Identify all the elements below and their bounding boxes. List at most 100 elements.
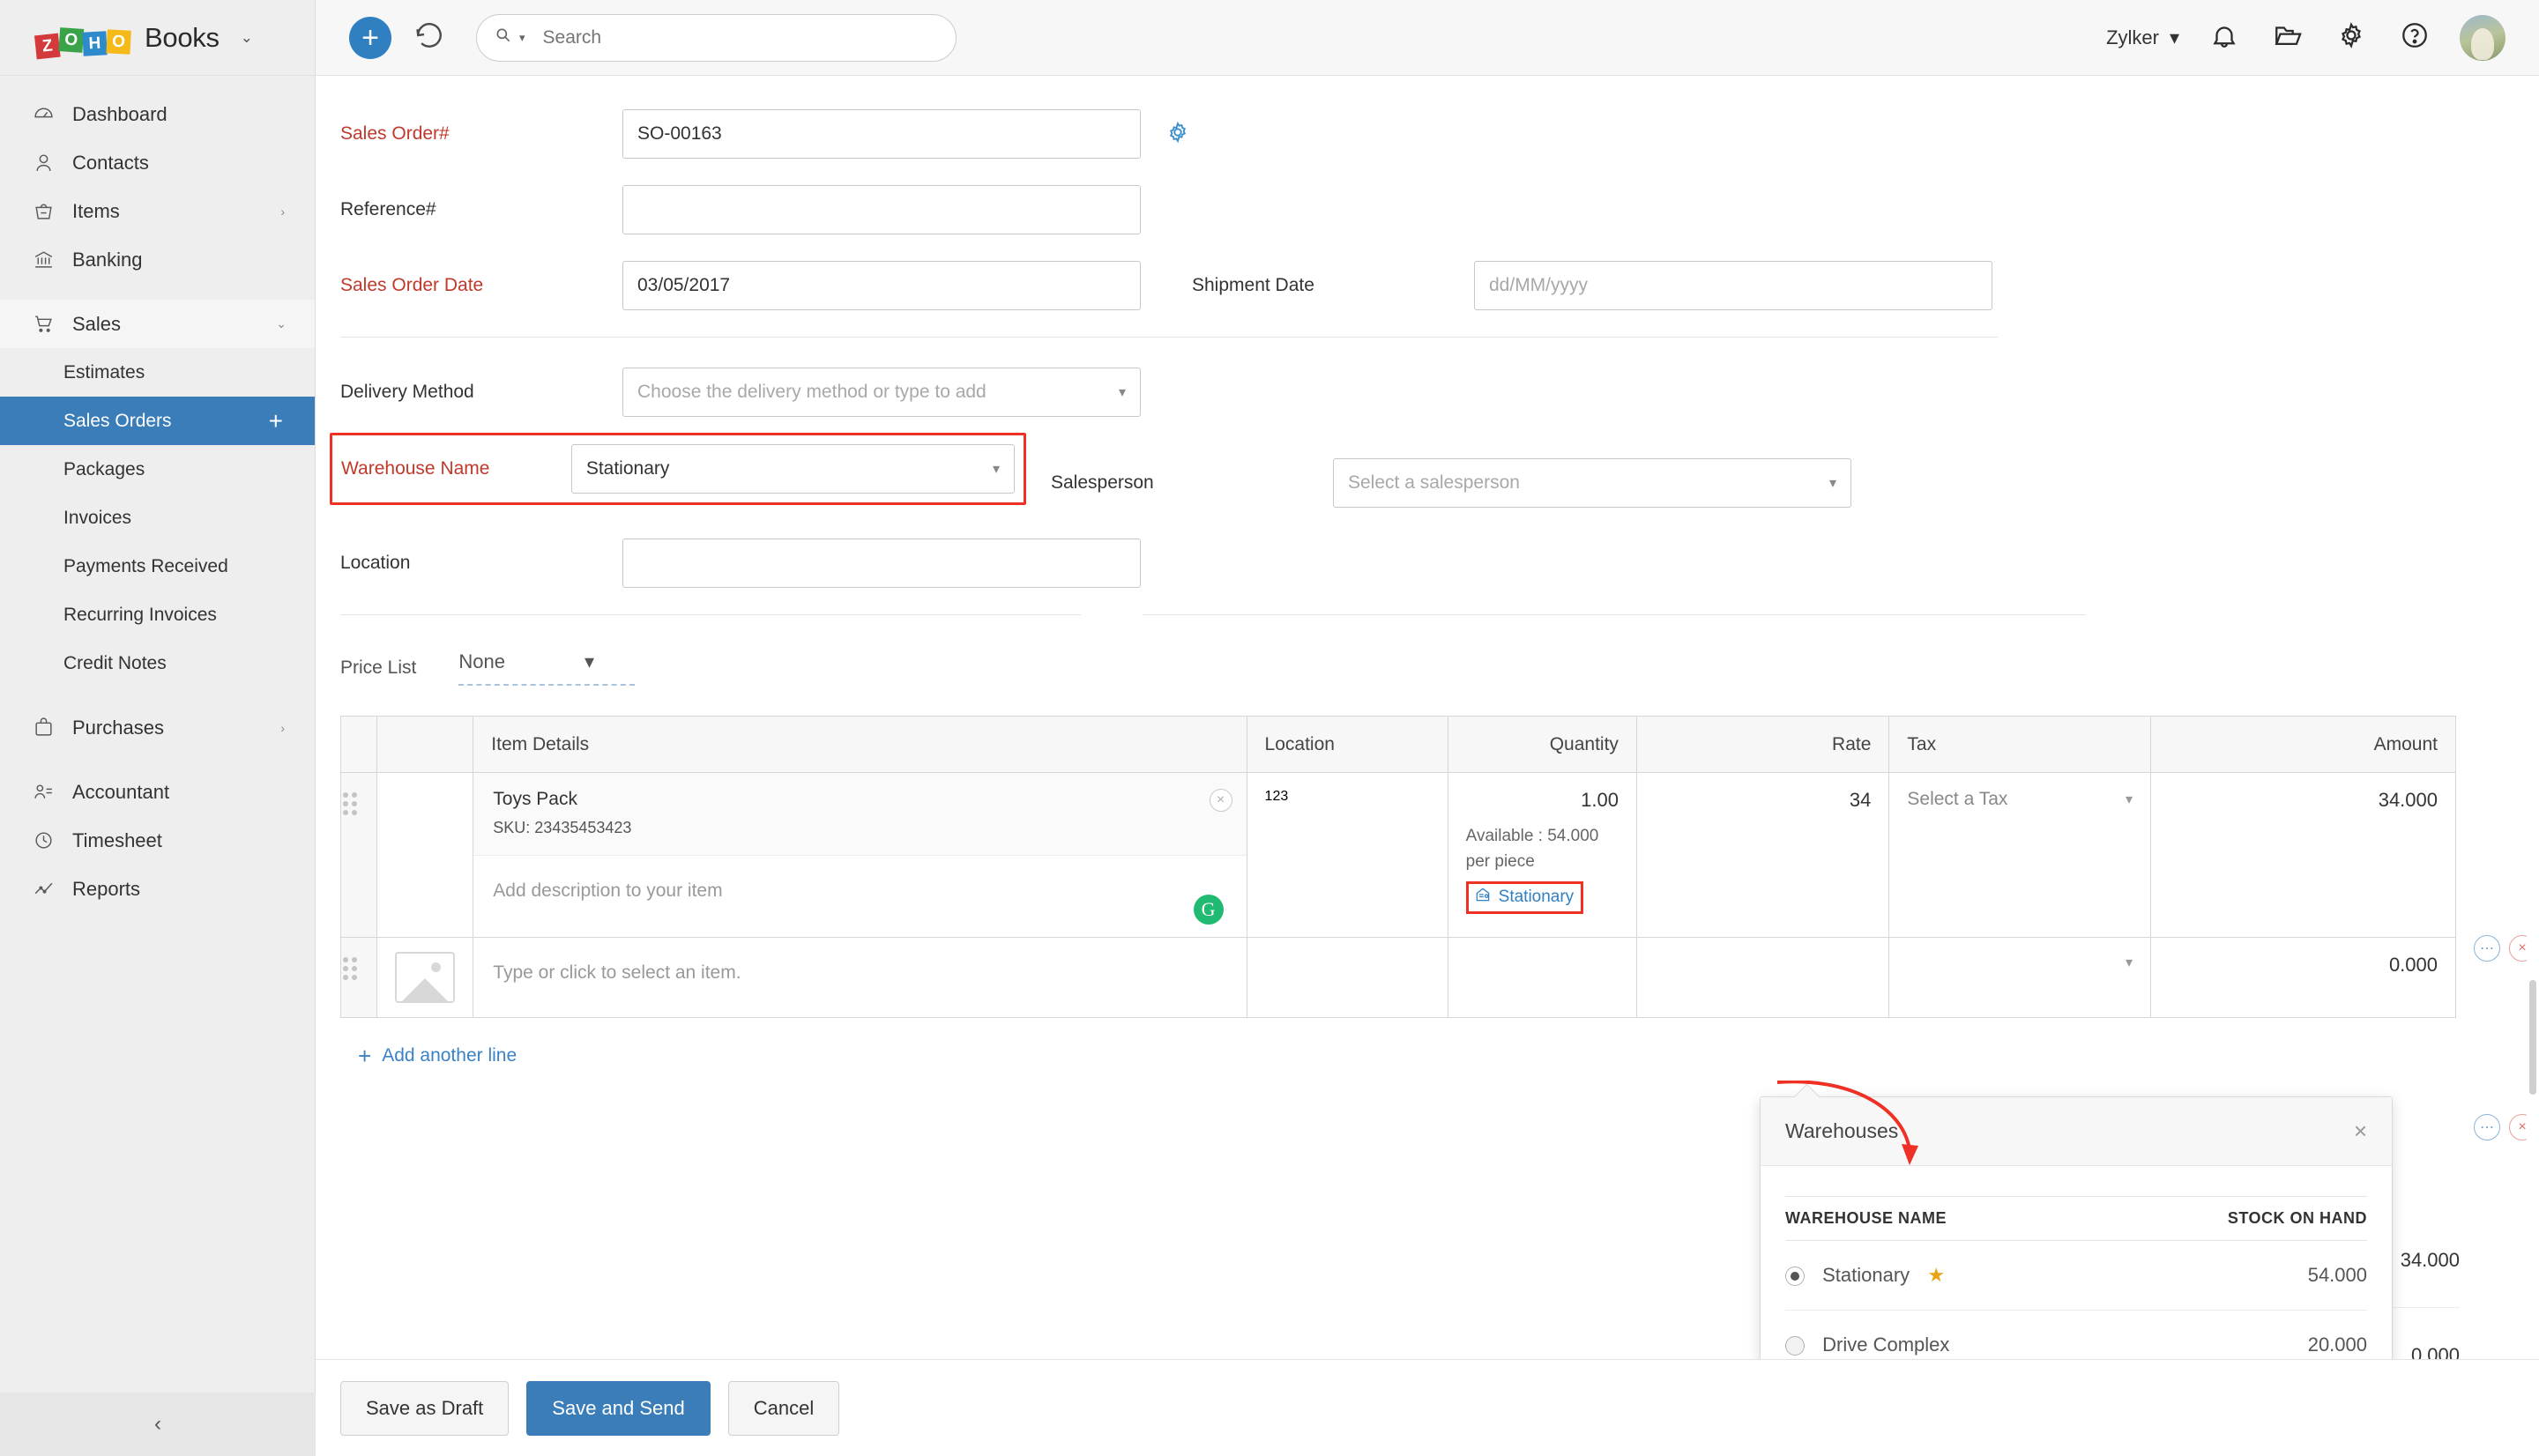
chevron-down-icon[interactable]: ⌄ xyxy=(241,29,253,47)
add-another-line-button[interactable]: + Add another line xyxy=(358,1044,2539,1067)
sidebar-item-accountant[interactable]: Accountant xyxy=(0,768,315,816)
row-drag-handle[interactable] xyxy=(341,773,377,938)
per-unit-label: per piece xyxy=(1466,852,1535,871)
price-list-value: None xyxy=(458,650,505,673)
warehouse-option-stationary[interactable]: Stationary ★ xyxy=(1785,1241,2100,1311)
sidebar-item-purchases[interactable]: Purchases › xyxy=(0,703,315,752)
table-row[interactable]: Stationary ★ 54.000 xyxy=(1785,1241,2367,1311)
sidebar-item-label: Accountant xyxy=(72,781,169,804)
sidebar-item-credit-notes[interactable]: Credit Notes xyxy=(0,639,315,687)
add-another-line-label: Add another line xyxy=(382,1045,517,1066)
sales-order-date-input[interactable] xyxy=(622,261,1141,310)
scrollbar-thumb[interactable] xyxy=(2529,980,2536,1095)
shipment-date-input[interactable] xyxy=(1474,261,1992,310)
settings-button[interactable] xyxy=(2333,19,2370,56)
sidebar-item-estimates[interactable]: Estimates xyxy=(0,348,315,397)
row-rate[interactable] xyxy=(1636,938,1888,1018)
warehouse-row-name: Stationary xyxy=(1822,1264,1910,1286)
search-input[interactable] xyxy=(543,27,938,48)
sidebar-item-items[interactable]: Items › xyxy=(0,187,315,235)
close-icon[interactable]: × xyxy=(2354,1118,2367,1145)
sales-order-number-input[interactable] xyxy=(622,109,1141,159)
item-description-input[interactable]: Add description to your item G xyxy=(473,856,1246,937)
notifications-button[interactable] xyxy=(2206,19,2243,56)
sidebar-item-banking[interactable]: Banking xyxy=(0,235,315,284)
sidebar-item-label: Sales xyxy=(72,313,121,336)
location-value xyxy=(1247,938,1448,969)
remove-item-icon[interactable]: × xyxy=(1210,789,1232,812)
quantity-value[interactable]: 1.00 xyxy=(1466,789,1619,812)
help-button[interactable] xyxy=(2396,19,2433,56)
tax-select[interactable]: Select a Tax ▾ xyxy=(1889,773,2150,826)
warehouse-chip-button[interactable]: Stationary xyxy=(1466,881,1584,914)
warehouses-table-head: WAREHOUSE NAME STOCK ON HAND xyxy=(1785,1197,2367,1241)
row-more-options-icon[interactable]: ⋯ xyxy=(2474,935,2500,962)
contacts-icon xyxy=(32,152,55,175)
row-more-options-icon[interactable]: ⋯ xyxy=(2474,1114,2500,1140)
sidebar-item-reports[interactable]: Reports xyxy=(0,865,315,913)
warehouse-chip-label: Stationary xyxy=(1499,888,1575,907)
item-summary: Toys Pack SKU: 23435453423 × xyxy=(473,773,1246,856)
sales-order-number-settings-button[interactable] xyxy=(1165,120,1190,149)
sidebar-item-packages[interactable]: Packages xyxy=(0,445,315,494)
salesperson-value: Select a salesperson xyxy=(1348,472,1520,494)
rate-col-header: Rate xyxy=(1636,717,1888,773)
row-tax[interactable]: ▾ xyxy=(1889,938,2151,1018)
radio-icon[interactable] xyxy=(1785,1267,1805,1286)
items-table-body: Toys Pack SKU: 23435453423 × Add descrip… xyxy=(341,773,2456,1018)
location-input[interactable] xyxy=(622,539,1141,588)
items-table: Item Details Location Quantity Rate Tax … xyxy=(340,716,2456,1018)
sidebar-item-invoices[interactable]: Invoices xyxy=(0,494,315,542)
organization-switcher[interactable]: Zylker ▾ xyxy=(2106,26,2179,49)
salesperson-label: Salesperson xyxy=(1051,472,1333,494)
sidebar-item-dashboard[interactable]: Dashboard xyxy=(0,90,315,138)
sidebar-item-payments-received[interactable]: Payments Received xyxy=(0,542,315,591)
sidebar-item-sales-orders[interactable]: Sales Orders + xyxy=(0,397,315,445)
create-new-button[interactable]: + xyxy=(349,17,391,59)
reference-input[interactable] xyxy=(622,185,1141,234)
radio-icon[interactable] xyxy=(1785,1336,1805,1356)
sidebar-item-recurring-invoices[interactable]: Recurring Invoices xyxy=(0,591,315,639)
price-list-select[interactable]: None ▾ xyxy=(458,650,635,686)
search-bar[interactable]: ▾ xyxy=(476,14,957,62)
brand-logo[interactable]: Z O H O Books ⌄ xyxy=(0,0,315,76)
cancel-button[interactable]: Cancel xyxy=(728,1381,839,1436)
scrollbar-track[interactable] xyxy=(2527,152,2539,1456)
recent-activity-button[interactable] xyxy=(411,19,448,56)
location-value: 123 xyxy=(1247,773,1448,821)
grammar-check-icon[interactable]: G xyxy=(1194,895,1224,925)
chevron-right-icon[interactable]: › xyxy=(280,204,285,219)
documents-button[interactable] xyxy=(2269,19,2306,56)
search-scope-chevron-down-icon[interactable]: ▾ xyxy=(519,31,525,45)
chevron-down-icon: ▾ xyxy=(2170,26,2179,49)
avatar[interactable] xyxy=(2460,15,2505,61)
sidebar-item-sales[interactable]: Sales ⌄ xyxy=(0,300,315,348)
save-as-draft-button[interactable]: Save as Draft xyxy=(340,1381,509,1436)
save-and-send-button[interactable]: Save and Send xyxy=(526,1381,710,1436)
row-rate[interactable]: 34 xyxy=(1636,773,1888,938)
tax-select[interactable]: ▾ xyxy=(1889,938,2150,987)
salesperson-select[interactable]: Select a salesperson ▾ xyxy=(1333,458,1851,508)
sidebar-item-timesheet[interactable]: Timesheet xyxy=(0,816,315,865)
delivery-method-select[interactable]: Choose the delivery method or type to ad… xyxy=(622,368,1141,417)
items-icon xyxy=(32,200,55,223)
sidebar-collapse-button[interactable]: ‹ xyxy=(0,1393,316,1456)
row-item-details[interactable]: Type or click to select an item. xyxy=(473,938,1247,1018)
add-sales-order-icon[interactable]: + xyxy=(269,409,283,434)
purchases-icon xyxy=(32,717,55,739)
organization-name: Zylker xyxy=(2106,26,2159,49)
row-location[interactable] xyxy=(1247,938,1448,1018)
image-placeholder-icon xyxy=(395,952,455,1003)
row-tax[interactable]: Select a Tax ▾ xyxy=(1889,773,2151,938)
items-table-head: Item Details Location Quantity Rate Tax … xyxy=(341,717,2456,773)
sidebar-item-contacts[interactable]: Contacts xyxy=(0,138,315,187)
chevron-right-icon[interactable]: › xyxy=(280,721,285,735)
dashboard-icon xyxy=(32,103,55,126)
banking-icon xyxy=(32,249,55,271)
row-location[interactable]: 123 xyxy=(1247,773,1448,938)
warehouse-name-select[interactable]: Stationary ▾ xyxy=(571,444,1015,494)
warehouses-table: WAREHOUSE NAME STOCK ON HAND Stationary … xyxy=(1785,1196,2367,1380)
row-drag-handle[interactable] xyxy=(341,938,377,1018)
chevron-down-icon[interactable]: ⌄ xyxy=(276,316,287,331)
row-quantity[interactable] xyxy=(1448,938,1636,1018)
